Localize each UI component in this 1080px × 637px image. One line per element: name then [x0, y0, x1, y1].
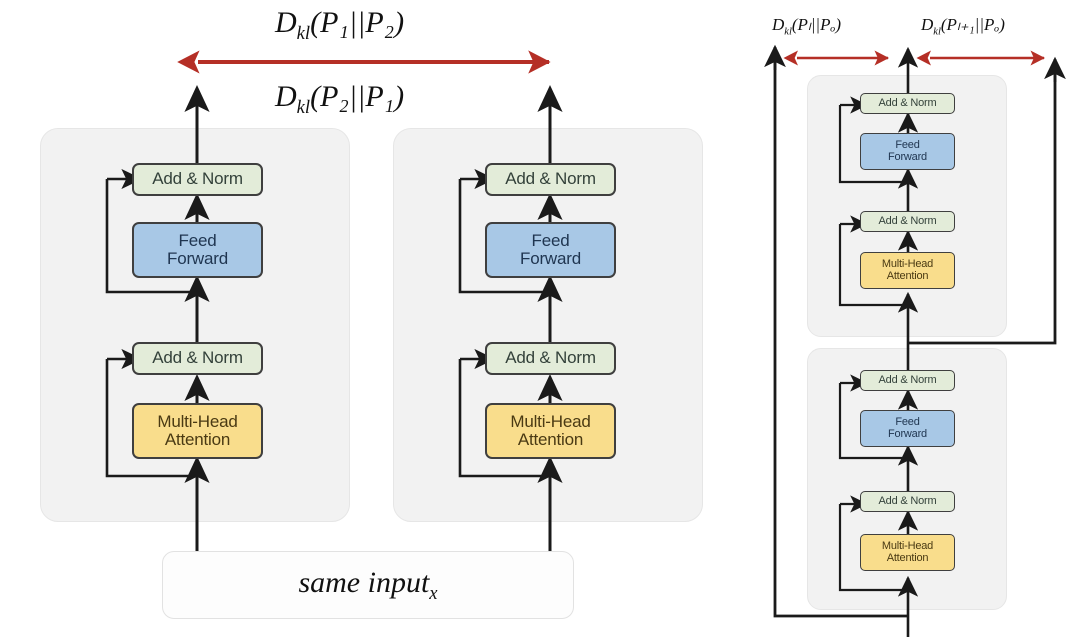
attention-label-line2: Attention [517, 430, 584, 449]
block1-feed-forward[interactable]: Feed Forward [132, 222, 263, 278]
same-input-subscript: x [429, 582, 438, 604]
feed-forward-label-line2: Forward [520, 249, 581, 268]
layer-l-plus-1-add-norm-bottom[interactable]: Add & Norm [860, 211, 955, 232]
attention-label-line1: Multi-Head [510, 411, 591, 431]
attention-label-line2: Attention [886, 269, 929, 282]
feed-forward-label-line1: Feed [895, 138, 920, 151]
block2-add-norm-bottom[interactable]: Add & Norm [485, 342, 616, 375]
block2-multi-head-attention[interactable]: Multi-Head Attention [485, 403, 616, 459]
layer-l-add-norm-bottom[interactable]: Add & Norm [860, 491, 955, 512]
attention-label-line1: Multi-Head [157, 411, 238, 431]
layer-l-multi-head-attention[interactable]: Multi-Head Attention [860, 534, 955, 571]
block2-feed-forward[interactable]: Feed Forward [485, 222, 616, 278]
layer-l-add-norm-top[interactable]: Add & Norm [860, 370, 955, 391]
attention-label-line2: Attention [164, 430, 231, 449]
kl-label-pl1-po: Dkl(Pₗ₊₁||Pₒ) [921, 15, 1005, 38]
kl-label-p1-p2: Dkl(P₁||P₂) [275, 6, 405, 44]
encoder-block-2-flow [458, 85, 563, 560]
feed-forward-label-line1: Feed [178, 230, 217, 250]
feed-forward-label-line2: Forward [167, 249, 228, 268]
block1-multi-head-attention[interactable]: Multi-Head Attention [132, 403, 263, 459]
kl-label-p2-p1: Dkl(P₂||P₁) [275, 80, 405, 118]
same-input-label: same inputx [298, 565, 438, 604]
attention-label-line1: Multi-Head [881, 257, 934, 270]
layer-l-plus-1-add-norm-top[interactable]: Add & Norm [860, 93, 955, 114]
feed-forward-label-line2: Forward [888, 150, 927, 163]
layer-l-feed-forward[interactable]: Feed Forward [860, 410, 955, 447]
feed-forward-label-line2: Forward [888, 427, 927, 440]
feed-forward-label-line1: Feed [895, 415, 920, 428]
layer-l-plus-1-multi-head-attention[interactable]: Multi-Head Attention [860, 252, 955, 289]
kl-label-pl-po: Dkl(Pₗ||Pₒ) [772, 15, 842, 38]
block1-add-norm-bottom[interactable]: Add & Norm [132, 342, 263, 375]
same-input-box[interactable]: same inputx [162, 551, 574, 619]
diagram-canvas: Add & Norm Feed Forward Add & Norm Multi… [0, 0, 1080, 637]
attention-label-line1: Multi-Head [881, 539, 934, 552]
block1-add-norm-top[interactable]: Add & Norm [132, 163, 263, 196]
layer-l-plus-1-feed-forward[interactable]: Feed Forward [860, 133, 955, 170]
encoder-block-1-flow [105, 85, 210, 560]
block2-add-norm-top[interactable]: Add & Norm [485, 163, 616, 196]
feed-forward-label-line1: Feed [531, 230, 570, 250]
attention-label-line2: Attention [886, 551, 929, 564]
